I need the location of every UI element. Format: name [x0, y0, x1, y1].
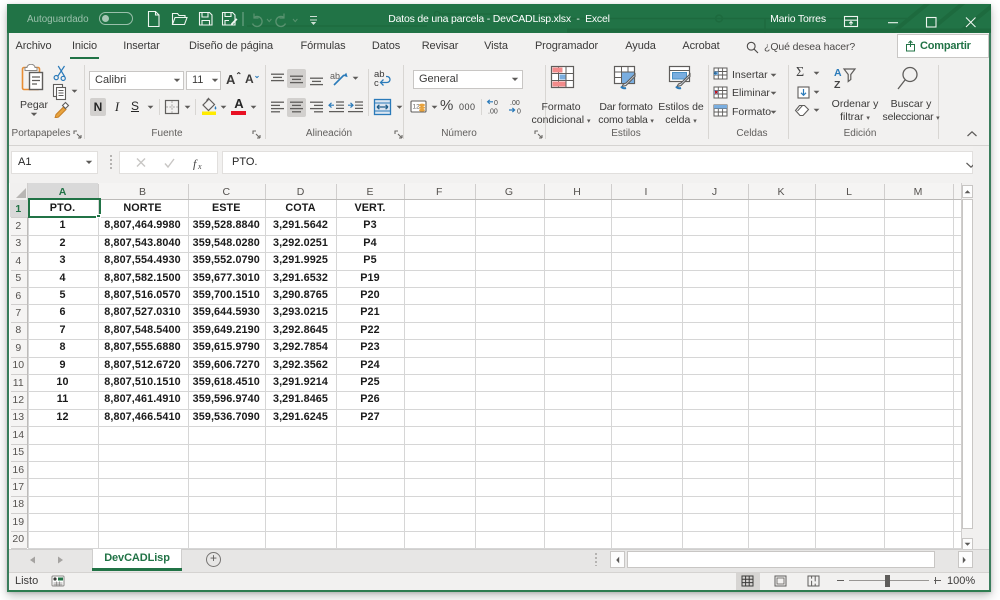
svg-text:Z: Z [834, 79, 841, 91]
svg-text:.00: .00 [488, 109, 498, 116]
svg-text:A: A [834, 67, 842, 79]
svg-text:c: c [374, 78, 379, 88]
svg-text:0: 0 [494, 100, 498, 107]
svg-text:.00: .00 [510, 100, 520, 107]
svg-text:x: x [197, 162, 202, 170]
